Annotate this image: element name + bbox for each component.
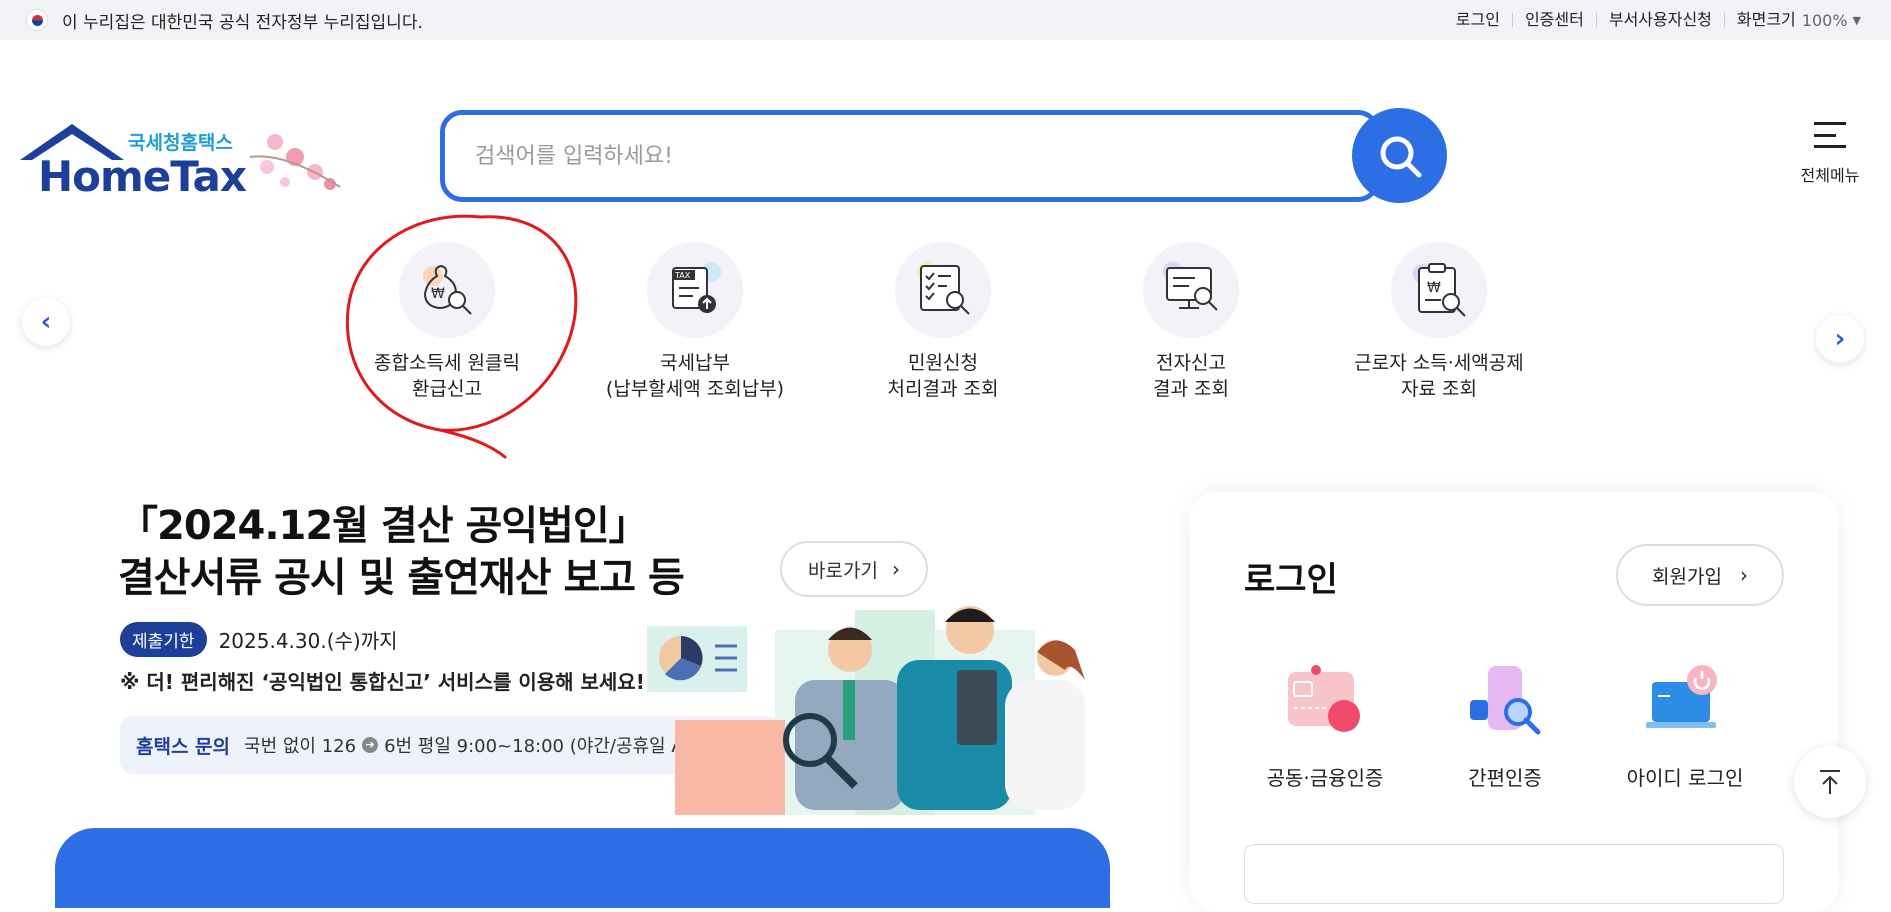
svg-text:TAX: TAX [674,271,691,280]
quick-item-label: (납부할세액 조회납부) [605,378,785,400]
signup-button[interactable]: 회원가입 › [1616,544,1784,606]
login-panel: 로그인 회원가입 › 공동·금융인증 간편인증 아이디 로그인 [1190,492,1838,912]
korean-flag-icon [26,9,48,31]
quick-item-tax-payment[interactable]: TAX 국세납부 (납부할세액 조회납부) [580,242,810,402]
hamburger-icon [1814,122,1846,148]
deadline-row: 제출기한 2025.4.30.(수)까지 [120,622,398,657]
quick-item-label: 자료 조회 [1401,378,1477,400]
quick-item-label: 전자신고 [1156,352,1226,374]
joint-financial-cert-login[interactable]: 공동·금융인증 [1240,662,1410,791]
logo-title: HomeTax [38,152,247,201]
deadline-badge: 제출기한 [120,622,207,657]
quick-item-label: 근로자 소득·세액공제 [1354,352,1524,374]
banner-title: 「2024.12월 결산 공익법인」 결산서류 공시 및 출연재산 보고 등 [118,500,685,604]
all-menu-button[interactable]: 전체메뉴 [1795,122,1865,186]
laptop-power-icon [1640,662,1730,742]
quick-item-label: 처리결과 조회 [887,378,999,400]
cherry-blossom-icon [249,134,341,190]
login-title: 로그인 [1244,560,1338,600]
moneybag-search-icon: ₩ [399,242,495,338]
quick-item-civil-petition[interactable]: 민원신청 처리결과 조회 [828,242,1058,402]
quick-item-worker-deduction[interactable]: ₩ 근로자 소득·세액공제 자료 조회 [1324,242,1554,402]
checklist-search-icon [895,242,991,338]
gov-notice: 이 누리집은 대한민국 공식 전자정부 누리집입니다. [26,8,423,33]
search-icon [1380,136,1421,177]
quick-item-e-filing-result[interactable]: 전자신고 결과 조회 [1076,242,1306,402]
quick-item-label: 환급신고 [412,378,482,400]
inquiry-phone: 국번 없이 126 [244,736,357,757]
search-box [440,110,1380,202]
svg-text:₩: ₩ [1427,280,1441,296]
quick-menu-prev-button[interactable]: ‹ [22,298,70,346]
monitor-search-icon [1143,242,1239,338]
dept-user-link[interactable]: 부서사용자신청 [1597,12,1725,28]
login-form-edge [1244,844,1784,904]
chevron-left-icon: ‹ [40,307,52,337]
banner-go-label: 바로가기 [808,559,878,582]
quick-item-income-tax-refund[interactable]: ₩ 종합소득세 원클릭 환급신고 [332,242,562,402]
business-people-illustration [647,606,1085,815]
service-tab-bar [55,828,1110,908]
gov-notice-text[interactable]: 이 누리집은 대한민국 공식 전자정부 누리집입니다. [62,8,423,33]
quick-item-label: 종합소득세 원클릭 [374,352,520,374]
chevron-down-icon: ▼ [1852,13,1861,27]
zoom-value: 100% [1801,10,1848,30]
login-link[interactable]: 로그인 [1444,12,1513,28]
id-login[interactable]: 아이디 로그인 [1600,662,1770,791]
screen-size-label: 화면크기 [1736,10,1796,29]
quick-menu-next-button[interactable]: › [1816,315,1864,363]
arrow-right-icon: ➔ [362,737,379,753]
login-option-label: 아이디 로그인 [1626,766,1744,790]
chevron-right-icon: › [1739,563,1748,587]
all-menu-label: 전체메뉴 [1800,166,1860,185]
inquiry-label: 홈택스 문의 [136,735,231,758]
quick-item-label: 국세납부 [660,352,730,374]
login-option-label: 공동·금융인증 [1266,766,1384,790]
clipboard-won-search-icon: ₩ [1391,242,1487,338]
search-button[interactable] [1352,108,1447,203]
chevron-right-icon: › [891,557,900,581]
banner-title-line1: 「2024.12월 결산 공익법인」 [118,503,649,549]
quick-item-label: 결과 조회 [1153,378,1229,400]
banner-title-line2: 결산서류 공시 및 출연재산 보고 등 [118,555,685,601]
gov-notice-bar: 이 누리집은 대한민국 공식 전자정부 누리집입니다. 로그인 인증센터 부서사… [0,0,1891,40]
deadline-date: 2025.4.30.(수)까지 [218,629,398,653]
phone-search-icon [1460,662,1550,742]
login-option-label: 간편인증 [1468,766,1542,790]
tax-upload-icon: TAX [647,242,743,338]
signup-label: 회원가입 [1652,565,1722,588]
svg-text:₩: ₩ [431,286,445,302]
arrow-up-icon [1820,770,1840,794]
banner-note: ※ 더! 편리해진 ‘공익법인 통합신고’ 서비스를 이용해 보세요! [120,670,645,694]
search-input[interactable] [475,139,1295,173]
banner-go-button[interactable]: 바로가기 › [780,541,928,597]
hometax-logo[interactable]: 국세청홈택스 HomeTax [20,122,350,201]
cert-center-link[interactable]: 인증센터 [1513,12,1597,28]
zoom-select[interactable]: 100% ▼ [1802,11,1861,30]
utility-links: 로그인 인증센터 부서사용자신청 화면크기 100% ▼ [1444,0,1861,40]
scroll-top-button[interactable] [1794,746,1866,818]
simple-auth-login[interactable]: 간편인증 [1420,662,1590,791]
quick-item-label: 민원신청 [908,352,978,374]
chevron-right-icon: › [1834,324,1846,354]
logo-subtitle: 국세청홈택스 [128,132,233,154]
certificate-card-icon [1280,662,1370,742]
